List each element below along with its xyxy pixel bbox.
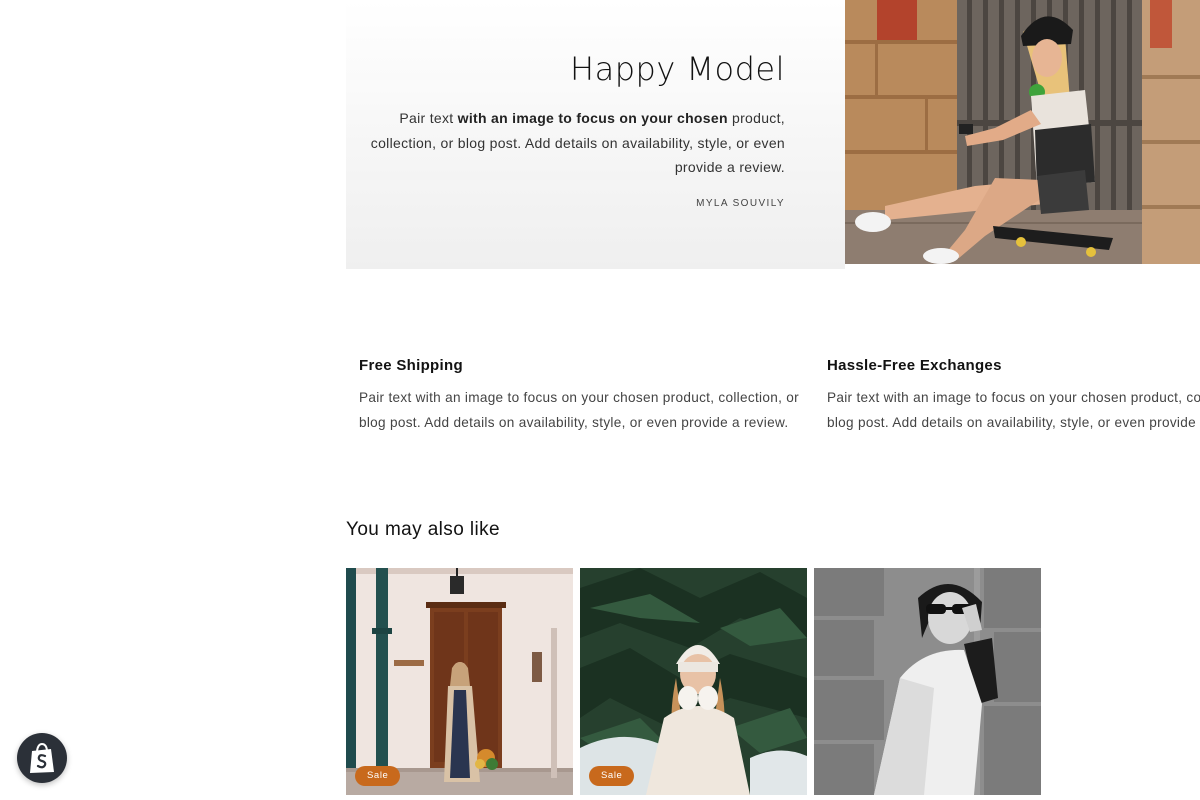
sale-badge: Sale	[355, 766, 401, 786]
photo-woman-winter-hat-icon	[580, 568, 807, 795]
testimonial-body: Pair text with an image to focus on your…	[365, 106, 785, 180]
testimonial-title: Happy Model	[570, 50, 785, 88]
feature-title: Free Shipping	[359, 357, 463, 374]
product-card[interactable]: Sale	[580, 568, 807, 795]
shopify-bag-glyph	[30, 742, 54, 773]
feature-text-line: blog post. Add details on availability, …	[827, 414, 1200, 430]
photo-woman-sunglasses-bw-icon	[814, 568, 1041, 795]
product-card[interactable]: Sale	[346, 568, 573, 795]
sale-badge: Sale	[589, 766, 635, 786]
testimonial-panel: Happy Model Pair text with an image to f…	[346, 0, 845, 269]
feature-free-shipping: Free Shipping Pair text with an image to…	[359, 355, 799, 435]
related-products-heading: You may also like	[346, 519, 500, 540]
photo-skater-woman-icon	[845, 0, 1200, 264]
feature-text-line: blog post. Add details on availability, …	[359, 414, 789, 430]
shopify-bag-icon[interactable]	[17, 733, 67, 783]
feature-text: Pair text with an image to focus on your…	[827, 386, 1200, 435]
feature-hassle-free-exchanges: Hassle-Free Exchanges Pair text with an …	[827, 355, 1200, 435]
testimonial-body-bold: with an image to focus on your chosen	[457, 110, 728, 126]
feature-text-line: Pair text with an image to focus on your…	[827, 390, 1200, 405]
testimonial-content: Happy Model Pair text with an image to f…	[365, 46, 785, 209]
feature-text: Pair text with an image to focus on your…	[359, 386, 799, 435]
testimonial-body-start: Pair text	[399, 110, 458, 126]
feature-text-line: Pair text with an image to focus on your…	[359, 390, 799, 405]
product-page: Happy Model Pair text with an image to f…	[0, 0, 1200, 800]
feature-title: Hassle-Free Exchanges	[827, 357, 1002, 374]
product-card[interactable]	[814, 568, 1041, 795]
testimonial-author: MYLA SOUVILY	[696, 197, 785, 209]
photo-woman-coat-corridor-icon	[346, 568, 573, 795]
